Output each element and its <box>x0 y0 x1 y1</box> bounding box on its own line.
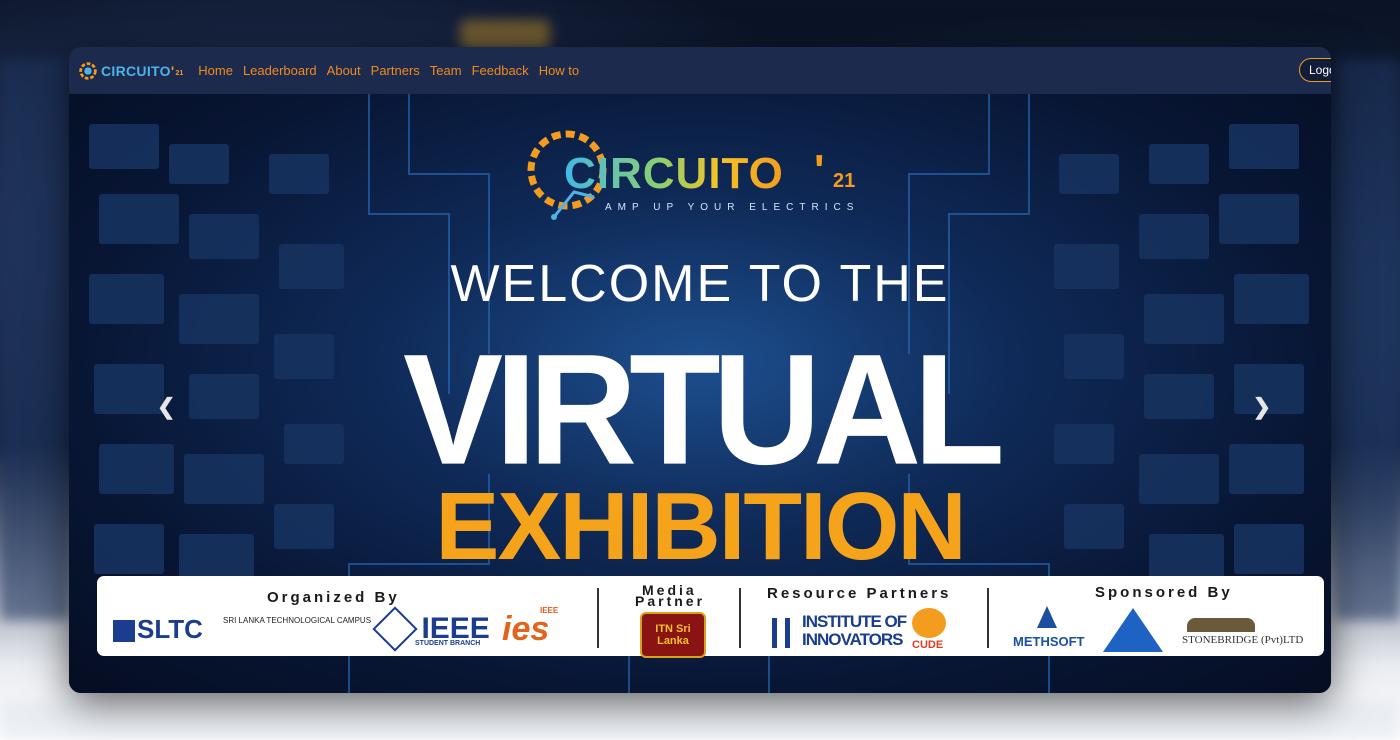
divider <box>987 588 989 648</box>
ioi-logo-line1: INSTITUTE OF <box>802 612 907 631</box>
virtual-heading: VIRTUAL <box>403 320 1005 498</box>
nav-leaderboard[interactable]: Leaderboard <box>243 63 317 78</box>
nav-partners[interactable]: Partners <box>371 63 420 78</box>
organized-by-title: Organized By <box>267 589 400 606</box>
hero-logo-year: 21 <box>833 170 856 192</box>
hero-logo-apostrophe: ' <box>814 146 825 195</box>
backdrop-blur <box>460 20 550 50</box>
sponsor-bar: Organized By SLTC SRI LANKA TECHNOLOGICA… <box>97 576 1324 658</box>
divider <box>739 588 741 648</box>
methsoft-logo-mark <box>1037 606 1057 628</box>
hero-logo-tagline: AMP UP YOUR ELECTRICS <box>605 202 860 213</box>
sltc-logo: SLTC <box>113 614 213 644</box>
stonebridge-logo: STONEBRIDGE (Pvt)LTD <box>1182 634 1304 646</box>
backdrop-blur <box>1335 60 1400 620</box>
ieee-student-branch: STUDENT BRANCH <box>415 640 481 647</box>
navbar: CIRCUITO' 21 Home Leaderboard About Part… <box>69 47 1331 94</box>
logout-button[interactable]: Logo <box>1299 58 1331 82</box>
resource-partners-title: Resource Partners <box>767 585 952 602</box>
brand-year: 21 <box>175 70 184 77</box>
itn-logo: ITN Sri Lanka <box>640 612 706 658</box>
browser-window: CIRCUITO' 21 Home Leaderboard About Part… <box>69 47 1331 693</box>
brand-logo[interactable]: CIRCUITO' 21 <box>77 47 183 94</box>
backdrop-blur <box>0 700 1400 740</box>
nav-team[interactable]: Team <box>430 63 462 78</box>
ioi-logo-line2: INNOVATORS <box>802 630 904 649</box>
stonebridge-logo-mark <box>1187 618 1255 632</box>
sponsor-triangle-logo <box>1103 608 1163 652</box>
cude-logo <box>912 608 946 638</box>
sponsored-by-title: Sponsored By <box>1095 584 1233 601</box>
nav-home[interactable]: Home <box>198 63 233 78</box>
ies-logo: ies <box>502 610 550 648</box>
nav-feedback[interactable]: Feedback <box>472 63 529 78</box>
gear-icon <box>79 61 97 80</box>
hero-logo-name: CIRCUITO <box>564 149 784 198</box>
nav-about[interactable]: About <box>327 63 361 78</box>
sltc-campus-text: SRI LANKA TECHNOLOGICAL CAMPUS <box>223 616 372 625</box>
ioi-logo-mark <box>772 618 790 648</box>
exhibition-heading: EXHIBITION <box>435 473 966 580</box>
welcome-heading: WELCOME TO THE <box>450 255 950 313</box>
methsoft-logo: METHSOFT <box>1013 634 1085 649</box>
backdrop-blur <box>0 60 70 620</box>
media-partner-title-line2: Partner <box>635 593 706 609</box>
nav-how-to[interactable]: How to <box>539 63 579 78</box>
cude-logo-text: CUDE <box>912 639 944 651</box>
brand-name: CIRCUITO' <box>101 62 175 79</box>
divider <box>597 588 599 648</box>
